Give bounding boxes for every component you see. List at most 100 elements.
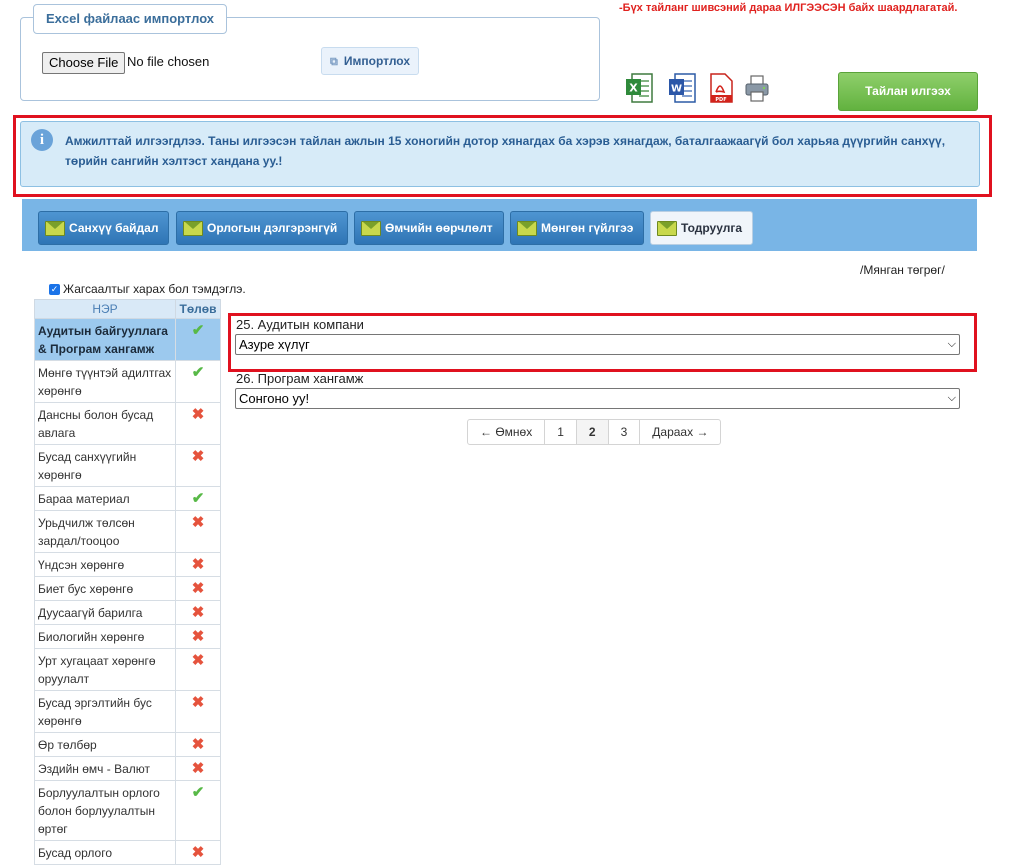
row-name[interactable]: Дансны болон бусад авлага (34, 402, 176, 445)
tab-label: Орлогын дэлгэрэнгүй (207, 221, 338, 235)
notes-status-table: НЭР Төлөв Аудитын байгууллага & Програм … (34, 299, 221, 865)
table-row[interactable]: Мөнгө түүнтэй адилтгах хөрөнгө ✔ (34, 360, 221, 403)
tab-financial-position[interactable]: Санхүү байдал (38, 211, 170, 245)
table-row[interactable]: Бусад санхүүгийн хөрөнгө ✖ (34, 444, 221, 487)
import-legend: Excel файлаас импортлох (33, 4, 228, 34)
row-status: ✖ (175, 510, 221, 553)
row-name[interactable]: Бараа материал (34, 486, 176, 511)
envelope-icon (45, 221, 65, 236)
show-list-label: Жагсаалтыг харах бол тэмдэглэ. (63, 282, 246, 296)
envelope-icon (183, 221, 203, 236)
row-name[interactable]: Урт хугацаат хөрөнгө оруулалт (34, 648, 176, 691)
table-row[interactable]: Бараа материал ✔ (34, 486, 221, 511)
row-status: ✖ (175, 600, 221, 625)
row-name[interactable]: Биет бус хөрөнгө (34, 576, 176, 601)
column-header-status: Төлөв (175, 299, 221, 319)
cross-icon: ✖ (191, 580, 205, 597)
envelope-icon (517, 221, 537, 236)
svg-text:PDF: PDF (715, 97, 726, 103)
submit-requirement-notice: -Бүх тайланг шивсэний дараа ИЛГЭЭСЭН бай… (619, 2, 958, 14)
table-row[interactable]: Биологийн хөрөнгө ✖ (34, 624, 221, 649)
excel-icon[interactable]: X (625, 72, 653, 104)
software-value: Сонгоно уу! (239, 391, 310, 406)
table-row[interactable]: Эздийн өмч - Валют ✖ (34, 756, 221, 781)
table-row[interactable]: Өр төлбөр ✖ (34, 732, 221, 757)
pager-page-3[interactable]: 3 (607, 419, 641, 445)
checkbox-checked-icon[interactable]: ✓ (49, 283, 60, 295)
cross-icon: ✖ (191, 406, 205, 423)
table-row[interactable]: Борлуулалтын орлого болон борлуулалтын ө… (34, 780, 221, 841)
row-status: ✔ (175, 486, 221, 511)
tab-label: Мөнгөн гүйлгээ (541, 221, 634, 235)
svg-text:W: W (671, 84, 682, 95)
tab-notes[interactable]: Тодруулга (650, 211, 754, 245)
submit-report-button[interactable]: Тайлан илгээх (838, 72, 978, 111)
table-row[interactable]: Бусад орлого ✖ (34, 840, 221, 865)
row-name[interactable]: Аудитын байгууллага & Програм хангамж (34, 318, 176, 361)
pager-prev-button[interactable]: ← Өмнөх (467, 419, 546, 445)
cross-icon: ✖ (191, 760, 205, 777)
cross-icon: ✖ (191, 556, 205, 573)
tab-label: Санхүү байдал (69, 221, 159, 235)
cross-icon: ✖ (191, 604, 205, 621)
tab-equity-changes[interactable]: Өмчийн өөрчлөлт (354, 211, 504, 245)
row-name[interactable]: Урьдчилж төлсөн зардал/тооцоо (34, 510, 176, 553)
row-name[interactable]: Биологийн хөрөнгө (34, 624, 176, 649)
envelope-icon (361, 221, 381, 236)
table-row[interactable]: Аудитын байгууллага & Програм хангамж ✔ (34, 318, 221, 361)
tab-income-detail[interactable]: Орлогын дэлгэрэнгүй (176, 211, 349, 245)
row-status: ✖ (175, 648, 221, 691)
import-button[interactable]: ⧉ Импортлох (321, 47, 419, 75)
cross-icon: ✖ (191, 652, 205, 669)
software-select[interactable]: Сонгоно уу! ⌵ (235, 388, 960, 409)
row-name[interactable]: Үндсэн хөрөнгө (34, 552, 176, 577)
table-row[interactable]: Дансны болон бусад авлага ✖ (34, 402, 221, 445)
table-row[interactable]: Дуусаагүй барилга ✖ (34, 600, 221, 625)
row-status: ✔ (175, 780, 221, 841)
audit-company-select[interactable]: Азуре хүлүг ⌵ (235, 334, 960, 355)
check-icon: ✔ (191, 490, 205, 507)
import-button-label: Импортлох (343, 54, 410, 68)
row-name[interactable]: Эздийн өмч - Валют (34, 756, 176, 781)
table-row[interactable]: Биет бус хөрөнгө ✖ (34, 576, 221, 601)
row-status: ✖ (175, 840, 221, 865)
row-name[interactable]: Бусад эргэлтийн бус хөрөнгө (34, 690, 176, 733)
check-icon: ✔ (191, 784, 205, 801)
word-icon[interactable]: W (668, 72, 696, 104)
row-name[interactable]: Мөнгө түүнтэй адилтгах хөрөнгө (34, 360, 176, 403)
pdf-icon[interactable]: PDF (706, 72, 734, 104)
show-list-checkbox[interactable]: ✓ Жагсаалтыг харах бол тэмдэглэ. (49, 282, 246, 296)
table-row[interactable]: Урт хугацаат хөрөнгө оруулалт ✖ (34, 648, 221, 691)
table-row[interactable]: Бусад эргэлтийн бус хөрөнгө ✖ (34, 690, 221, 733)
cross-icon: ✖ (191, 448, 205, 465)
pagination: ← Өмнөх 1 2 3 Дараах → (467, 419, 722, 445)
tab-cash-flow[interactable]: Мөнгөн гүйлгээ (510, 211, 645, 245)
pager-next-button[interactable]: Дараах → (639, 419, 722, 445)
table-row[interactable]: Урьдчилж төлсөн зардал/тооцоо ✖ (34, 510, 221, 553)
audit-company-value: Азуре хүлүг (239, 337, 310, 352)
file-status-text: No file chosen (127, 54, 210, 69)
row-status: ✖ (175, 402, 221, 445)
row-status: ✖ (175, 552, 221, 577)
row-status: ✖ (175, 444, 221, 487)
pager-page-1[interactable]: 1 (544, 419, 577, 445)
row-name[interactable]: Дуусаагүй барилга (34, 600, 176, 625)
cross-icon: ✖ (191, 628, 205, 645)
chevron-down-icon: ⌵ (947, 338, 956, 350)
software-label: 26. Програм хангамж (236, 371, 364, 386)
row-name[interactable]: Борлуулалтын орлого болон борлуулалтын ө… (34, 780, 176, 841)
printer-icon[interactable] (743, 72, 771, 104)
table-row[interactable]: Үндсэн хөрөнгө ✖ (34, 552, 221, 577)
row-status: ✔ (175, 318, 221, 361)
row-name[interactable]: Өр төлбөр (34, 732, 176, 757)
alert-message: Амжилттай илгээгдлээ. Таны илгээсэн тайл… (65, 131, 965, 171)
tab-label: Өмчийн өөрчлөлт (385, 221, 493, 235)
row-name[interactable]: Бусад орлого (34, 840, 176, 865)
tab-label: Тодруулга (681, 221, 743, 235)
row-name[interactable]: Бусад санхүүгийн хөрөнгө (34, 444, 176, 487)
pager-page-2[interactable]: 2 (575, 419, 609, 445)
row-status: ✔ (175, 360, 221, 403)
row-status: ✖ (175, 732, 221, 757)
choose-file-button[interactable]: Choose File (42, 52, 126, 74)
row-status: ✖ (175, 756, 221, 781)
